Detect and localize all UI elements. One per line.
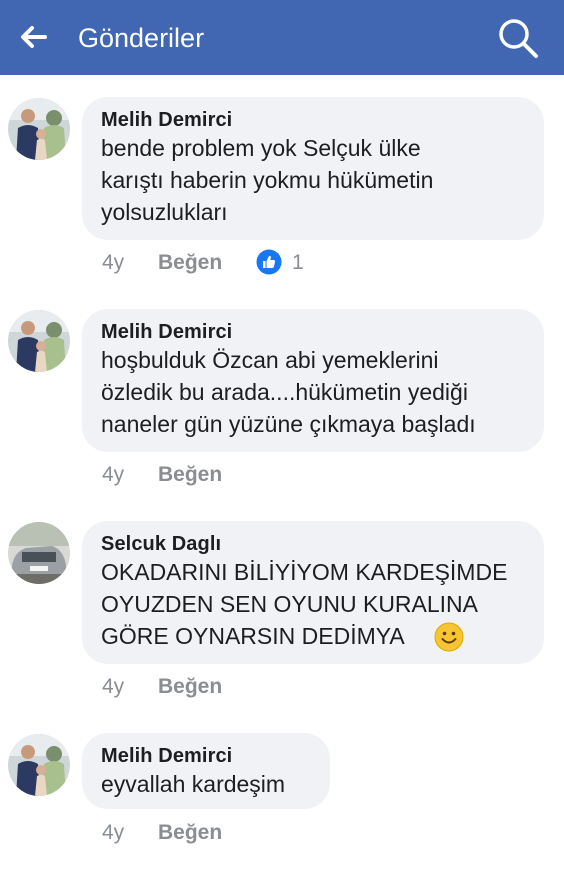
comment-author[interactable]: Melih Demirci — [101, 744, 310, 768]
reaction-count[interactable]: 1 — [292, 251, 304, 275]
comment-text: bende problem yok Selçuk ülke karıştı ha… — [101, 135, 434, 225]
comment-author[interactable]: Melih Demirci — [101, 320, 524, 344]
comment-bubble[interactable]: Melih Demirci eyvallah kardeşim — [82, 733, 330, 809]
avatar[interactable] — [8, 310, 70, 372]
comment-bubble[interactable]: Melih Demirci hoşbulduk Özcan abi yemekl… — [82, 309, 544, 452]
like-button[interactable]: Beğen — [158, 251, 222, 275]
like-button[interactable]: Beğen — [158, 821, 222, 845]
comment-bubble[interactable]: Selcuk Daglı OKADARINI BİLİYİYOM KARDEŞİ… — [82, 521, 544, 664]
comment-actions: 4y Beğen — [102, 675, 302, 701]
comment-actions: 4y Beğen — [102, 821, 302, 847]
like-button[interactable]: Beğen — [158, 463, 222, 487]
arrow-left-icon[interactable] — [16, 20, 50, 54]
like-button[interactable]: Beğen — [158, 675, 222, 699]
comment-time[interactable]: 4y — [102, 821, 124, 845]
comment-time[interactable]: 4y — [102, 463, 124, 487]
avatar[interactable] — [8, 734, 70, 796]
comment-time[interactable]: 4y — [102, 251, 124, 275]
thumbs-up-icon[interactable] — [256, 249, 282, 275]
comment-author[interactable]: Selcuk Daglı — [101, 532, 524, 556]
comment-time[interactable]: 4y — [102, 675, 124, 699]
comment-author[interactable]: Melih Demirci — [101, 108, 524, 132]
smiley-icon — [434, 622, 464, 652]
avatar[interactable] — [8, 522, 70, 584]
comment-text: hoşbulduk Özcan abi yemeklerini özledik … — [101, 347, 476, 437]
comment-text: eyvallah kardeşim — [101, 771, 286, 797]
comment-actions: 4y Beğen — [102, 463, 302, 489]
avatar[interactable] — [8, 98, 70, 160]
comment-bubble[interactable]: Melih Demirci bende problem yok Selçuk ü… — [82, 97, 544, 240]
page-title: Gönderiler — [78, 23, 205, 53]
comment-actions: 4y Beğen 1 — [102, 249, 342, 277]
top-bar: Gönderiler — [0, 0, 564, 75]
search-icon[interactable] — [496, 16, 540, 60]
